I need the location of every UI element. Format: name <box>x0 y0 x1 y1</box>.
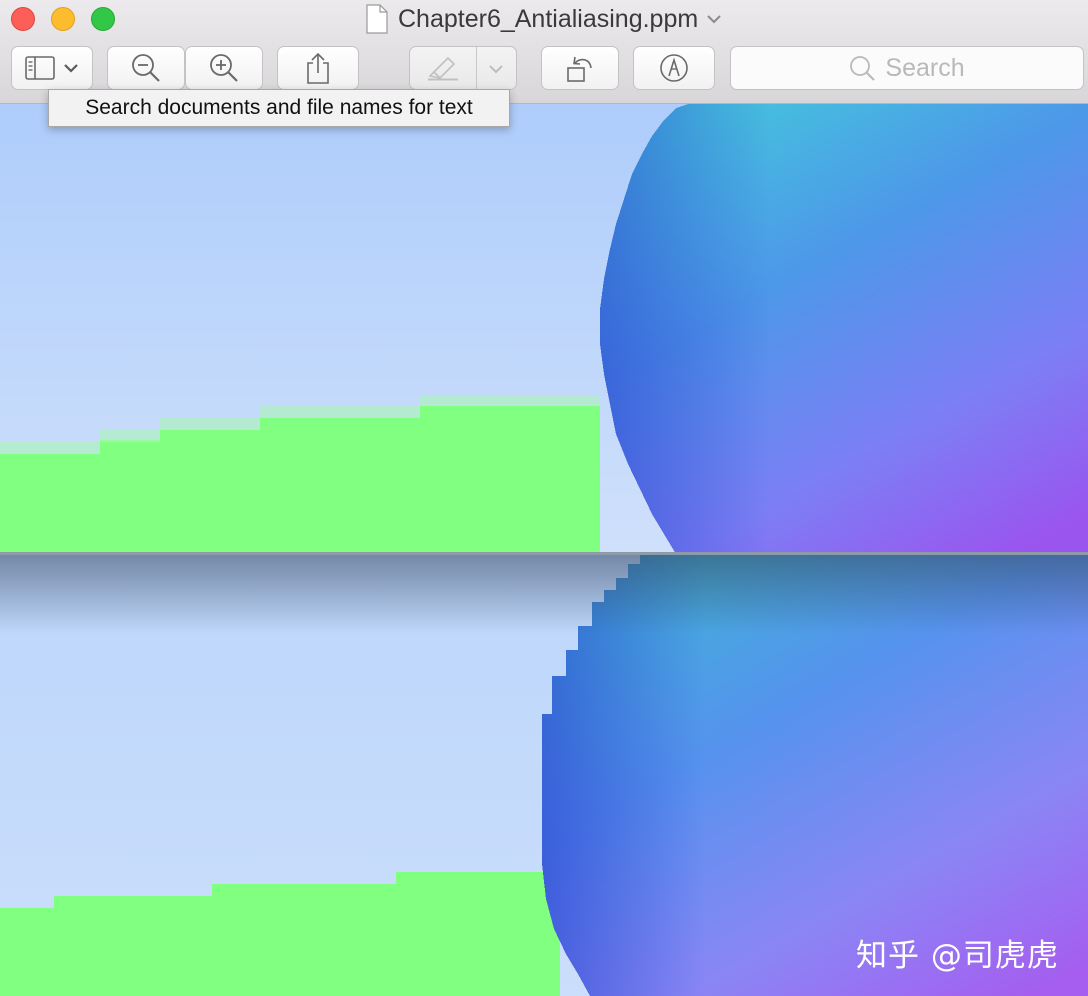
sidebar-view-button[interactable] <box>11 46 93 90</box>
chevron-down-icon <box>489 65 503 74</box>
tooltip-text: Search documents and file names for text <box>85 96 473 119</box>
window-title-text: Chapter6_Antialiasing.ppm <box>398 4 699 33</box>
rendered-image-top <box>0 104 1088 554</box>
share-icon <box>307 52 329 84</box>
search-field[interactable]: Search <box>730 46 1084 90</box>
zoom-out-button[interactable] <box>107 46 185 90</box>
zoom-window-button[interactable] <box>91 7 115 31</box>
search-placeholder: Search <box>885 53 965 82</box>
sphere-edge-shade <box>600 104 1088 554</box>
zoom-in-icon <box>210 54 238 82</box>
highlighter-icon <box>428 56 458 81</box>
rotate-icon <box>567 56 592 82</box>
watermark-text: 知乎 @司虎虎 <box>856 938 1059 974</box>
search-icon <box>850 56 876 81</box>
highlight-button[interactable] <box>409 46 517 90</box>
share-button[interactable] <box>277 46 359 90</box>
chevron-down-icon[interactable] <box>706 14 722 24</box>
search-tooltip: Search documents and file names for text <box>48 89 510 127</box>
zoom-out-icon <box>132 54 160 82</box>
markup-button[interactable] <box>633 46 715 90</box>
chevron-down-icon <box>64 64 78 73</box>
document-icon <box>366 4 388 34</box>
segment-divider <box>476 47 477 89</box>
window-title[interactable]: Chapter6_Antialiasing.ppm <box>366 4 722 34</box>
window-bottom-edge <box>0 552 1088 555</box>
close-window-button[interactable] <box>11 7 35 31</box>
markup-pen-icon <box>660 54 688 82</box>
sidebar-icon <box>25 56 55 80</box>
minimize-window-button[interactable] <box>51 7 75 31</box>
rotate-button[interactable] <box>541 46 619 90</box>
zoom-in-button[interactable] <box>185 46 263 90</box>
